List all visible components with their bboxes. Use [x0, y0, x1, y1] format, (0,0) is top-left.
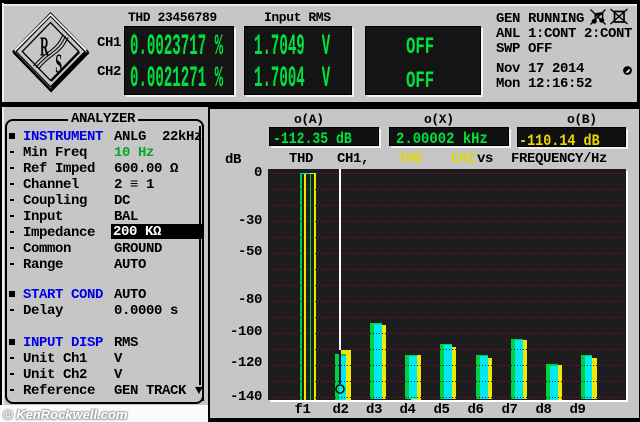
svg-text:S: S	[55, 48, 62, 79]
svg-text:R: R	[40, 31, 49, 62]
